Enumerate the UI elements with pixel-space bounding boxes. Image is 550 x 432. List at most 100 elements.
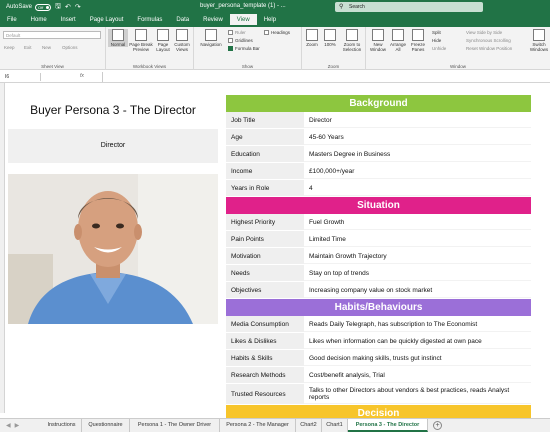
sheet-tab-chart2[interactable]: Chart2 <box>296 419 322 432</box>
row-value[interactable]: Masters Degree in Business <box>304 146 531 162</box>
sheet-tab-questionnaire[interactable]: Questionnaire <box>82 419 130 432</box>
tab-home[interactable]: Home <box>24 14 54 27</box>
group-window: New Window Arrange All Freeze Panes Spli… <box>366 27 550 70</box>
page-break-button[interactable]: Page Break Preview <box>128 29 154 52</box>
table-row[interactable]: Objectives Increasing company value on st… <box>226 282 531 299</box>
sheet-tab-instructions[interactable]: Instructions <box>42 419 82 432</box>
unhide-button[interactable]: Unhide <box>432 46 446 51</box>
row-key: Job Title <box>226 112 304 128</box>
tab-formulas[interactable]: Formulas <box>130 14 169 27</box>
keep-button[interactable]: Keep <box>4 45 15 50</box>
freeze-panes-button[interactable]: Freeze Panes <box>408 29 428 52</box>
new-label: New <box>42 45 52 50</box>
arrange-all-icon <box>392 29 404 41</box>
gridlines-checkbox[interactable]: Gridlines <box>228 38 253 43</box>
table-row[interactable]: Needs Stay on top of trends <box>226 265 531 282</box>
autosave-toggle[interactable]: Off <box>35 3 52 11</box>
row-value[interactable]: Director <box>304 112 531 128</box>
sheet-view-dropdown[interactable]: Default <box>3 31 101 39</box>
row-value[interactable]: Likes when information can be quickly di… <box>304 333 531 349</box>
sheet-tab-persona-1[interactable]: Persona 1 - The Owner Driver <box>130 419 220 432</box>
row-value[interactable]: Fuel Growth <box>304 214 531 230</box>
table-row[interactable]: Likes & Dislikes Likes when information c… <box>226 333 531 350</box>
search-box[interactable]: ⚲ Search <box>335 2 483 12</box>
row-value[interactable]: Cost/benefit analysis, Trial <box>304 367 531 383</box>
headings-checkbox[interactable]: Headings <box>264 30 290 35</box>
redo-icon[interactable]: ↷ <box>75 3 81 11</box>
ruler-label: Ruler <box>235 30 246 35</box>
navigation-button[interactable]: Navigation <box>198 29 224 47</box>
row-value[interactable]: Increasing company value on stock market <box>304 282 531 298</box>
table-row[interactable]: Media Consumption Reads Daily Telegraph, … <box>226 316 531 333</box>
tab-review[interactable]: Review <box>196 14 230 27</box>
tab-help[interactable]: Help <box>257 14 283 27</box>
table-row[interactable]: Education Masters Degree in Business <box>226 146 531 163</box>
fx-icon[interactable]: fx <box>80 73 84 79</box>
zoom-selection-button[interactable]: Zoom to Selection <box>340 29 364 52</box>
row-value[interactable]: 45-60 Years <box>304 129 531 145</box>
normal-view-button[interactable]: Normal <box>108 29 128 47</box>
group-label: Zoom <box>327 64 340 69</box>
split-button[interactable]: Split <box>432 30 441 35</box>
save-icon[interactable]: 🖫 <box>55 2 61 13</box>
row-value[interactable]: Good decision making skills, trusts gut … <box>304 350 531 366</box>
autosave-control[interactable]: AutoSave Off <box>6 3 52 11</box>
tab-page-layout[interactable]: Page Layout <box>83 14 131 27</box>
row-key: Years in Role <box>226 180 304 196</box>
table-row[interactable]: Years in Role 4 <box>226 180 531 197</box>
sync-scrolling-button[interactable]: Synchronous Scrolling <box>466 38 511 43</box>
row-value[interactable]: Stay on top of trends <box>304 265 531 281</box>
sheet-tab-chart1[interactable]: Chart1 <box>322 419 348 432</box>
table-row[interactable]: Trusted Resources Talks to other Director… <box>226 384 531 405</box>
sheet-tab-persona-3[interactable]: Persona 3 - The Director <box>348 419 428 432</box>
reset-position-button[interactable]: Reset Window Position <box>466 46 512 51</box>
undo-icon[interactable]: ↶ <box>65 3 71 11</box>
table-row[interactable]: Motivation Maintain Growth Trajectory <box>226 248 531 265</box>
exit-button[interactable]: Exit <box>24 45 32 50</box>
name-box[interactable]: I6 <box>3 73 41 81</box>
table-row[interactable]: Highest Priority Fuel Growth <box>226 214 531 231</box>
table-row[interactable]: Pain Points Limited Time <box>226 231 531 248</box>
formula-bar-checkbox[interactable]: Formula Bar <box>228 46 260 51</box>
custom-views-button[interactable]: Custom Views <box>172 29 192 52</box>
worksheet[interactable]: Buyer Persona 3 - The Director Director … <box>0 83 550 422</box>
hide-button[interactable]: Hide <box>432 38 441 43</box>
zoom-100-button[interactable]: 100% <box>322 29 338 47</box>
ruler-checkbox[interactable]: Ruler <box>228 30 246 35</box>
table-row[interactable]: Income £100,000+/year <box>226 163 531 180</box>
row-value[interactable]: £100,000+/year <box>304 163 531 179</box>
tab-view[interactable]: View <box>229 14 257 27</box>
side-by-side-button[interactable]: View Side by Side <box>466 30 502 35</box>
row-value[interactable]: Talks to other Directors about vendors &… <box>304 384 531 404</box>
section-header-habits: Habits/Behaviours <box>226 299 531 316</box>
add-sheet-icon[interactable]: + <box>433 421 442 430</box>
row-value[interactable]: Limited Time <box>304 231 531 247</box>
sheet-nav-arrows-icon[interactable]: ◀▶ <box>6 422 23 429</box>
new-window-button[interactable]: New Window <box>368 29 388 52</box>
tab-file[interactable]: File <box>0 14 24 27</box>
new-view-button[interactable]: New <box>42 45 51 50</box>
switch-windows-icon <box>533 29 545 41</box>
table-row[interactable]: Age 45-60 Years <box>226 129 531 146</box>
table-row[interactable]: Habits & Skills Good decision making skil… <box>226 350 531 367</box>
zoom-button[interactable]: Zoom <box>304 29 320 47</box>
table-row[interactable]: Research Methods Cost/benefit analysis, T… <box>226 367 531 384</box>
switch-windows-button[interactable]: Switch Windows <box>528 29 550 52</box>
row-value[interactable]: Reads Daily Telegraph, has subscription … <box>304 316 531 332</box>
headings-check-icon <box>264 30 269 35</box>
tab-insert[interactable]: Insert <box>54 14 83 27</box>
persona-table: Background Job Title Director Age 45-60 Ye… <box>226 95 531 422</box>
page-layout-button[interactable]: Page Layout <box>154 29 172 52</box>
table-row[interactable]: Job Title Director <box>226 112 531 129</box>
normal-label: Normal <box>110 42 126 47</box>
side-by-side-label: View Side by Side <box>466 30 503 35</box>
group-label: Window <box>449 64 466 69</box>
tab-data[interactable]: Data <box>169 14 196 27</box>
options-button[interactable]: Options <box>62 45 78 50</box>
reset-position-label: Reset Window Position <box>466 46 513 51</box>
sheet-tab-persona-2[interactable]: Persona 2 - The Manager <box>220 419 296 432</box>
headings-label: Headings <box>271 30 291 35</box>
row-value[interactable]: Maintain Growth Trajectory <box>304 248 531 264</box>
row-value[interactable]: 4 <box>304 180 531 196</box>
arrange-all-button[interactable]: Arrange All <box>388 29 408 52</box>
